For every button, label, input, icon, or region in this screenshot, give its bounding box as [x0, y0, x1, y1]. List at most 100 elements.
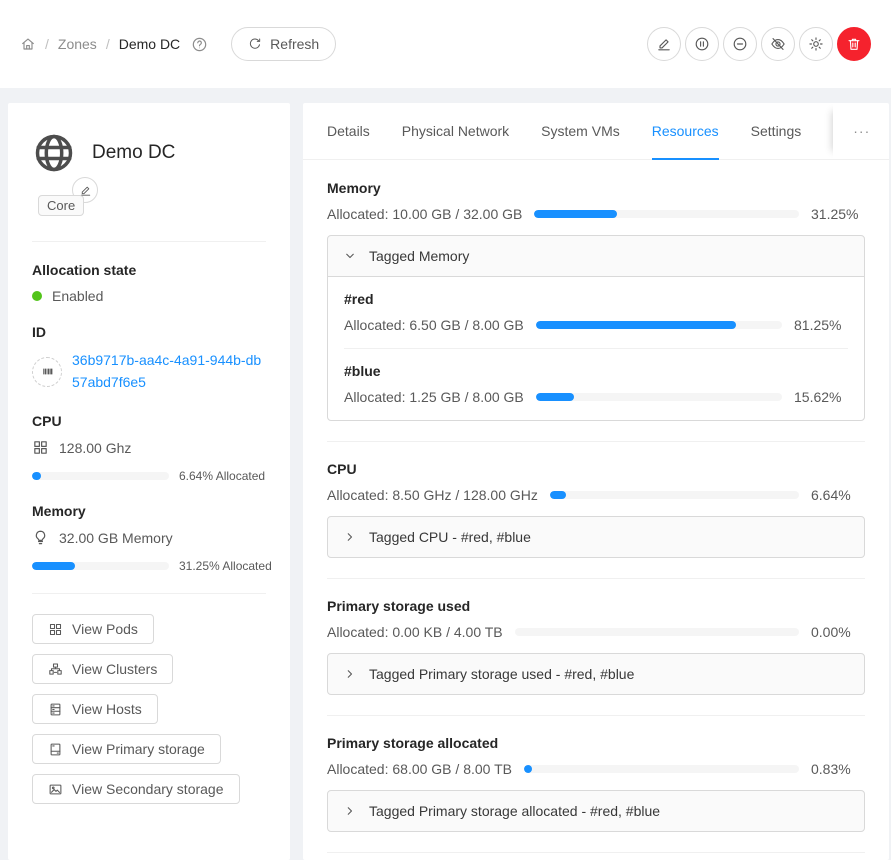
tab-physical-network[interactable]: Physical Network [402, 103, 509, 159]
allocation-state-field: Allocation state Enabled [32, 262, 266, 304]
cpu-field: CPU 128.00 Ghz 6.64% Allocated [32, 413, 266, 483]
view-primary-storage-button[interactable]: View Primary storage [32, 734, 221, 764]
zone-title: Demo DC [92, 142, 175, 164]
tab-settings[interactable]: Settings [751, 103, 802, 159]
breadcrumb-separator: / [106, 36, 110, 52]
view-secondary-storage-button[interactable]: View Secondary storage [32, 774, 240, 804]
pencil-icon [656, 36, 672, 52]
tab-details[interactable]: Details [327, 103, 370, 159]
collapse-label: Tagged Primary storage allocated - #red,… [369, 803, 660, 819]
primary-storage-allocated-allocation-row: Allocated: 68.00 GB / 8.00 TB0.83% [327, 761, 865, 777]
collapse-header-primary-storage-used[interactable]: Tagged Primary storage used - #red, #blu… [328, 654, 864, 694]
tab-bar: Details Physical Network System VMs Resourc… [303, 103, 889, 160]
section-title: Primary storage used [327, 598, 865, 614]
button-label: View Hosts [72, 701, 142, 717]
button-label: View Primary storage [72, 741, 205, 757]
tabs-more-button[interactable]: ··· [833, 103, 870, 159]
view-pods-button[interactable]: View Pods [32, 614, 154, 644]
pause-circle-icon [694, 36, 710, 52]
zone-settings-button[interactable] [799, 27, 833, 61]
zone-info-card: Demo DC Core Allocation state Enabled ID… [8, 103, 290, 860]
progress-fill [32, 562, 75, 570]
memory-field: Memory 32.00 GB Memory 31.25% Allocated [32, 503, 266, 573]
chevron-right-icon [344, 805, 356, 817]
button-label: View Clusters [72, 661, 157, 677]
red-allocation-row: Allocated: 6.50 GB / 8.00 GB 81.25% [344, 317, 848, 333]
cpu-allocation-row: Allocated: 8.50 GHz / 128.00 GHz6.64% [327, 487, 865, 503]
zone-tag-row: Core [32, 177, 266, 223]
section-title: CPU [327, 461, 865, 477]
progress-track [524, 765, 799, 773]
id-label: ID [32, 324, 266, 340]
tagged-collapse-primary-storage-allocated: Tagged Primary storage allocated - #red,… [327, 790, 865, 832]
progress-fill [550, 491, 567, 499]
tagged-row-title: #blue [344, 363, 848, 379]
breadcrumb-current: Demo DC [119, 36, 180, 52]
bulb-icon [32, 529, 49, 546]
progress-fill [32, 472, 41, 480]
primary-storage-icon [48, 742, 63, 757]
tab-resources[interactable]: Resources [652, 103, 719, 159]
progress-track [515, 628, 799, 636]
progress-track [534, 210, 799, 218]
chevron-down-icon [344, 250, 356, 262]
primary-storage-used-allocation-row: Allocated: 0.00 KB / 4.00 TB0.00% [327, 624, 865, 640]
blue-allocation-row: Allocated: 1.25 GB / 8.00 GB15.62% [344, 389, 848, 405]
percent-label: 6.64% [811, 487, 865, 503]
button-label: View Secondary storage [72, 781, 224, 797]
tagged-collapse-primary-storage-used: Tagged Primary storage used - #red, #blu… [327, 653, 865, 695]
view-buttons: View Pods View Clusters View Hosts View Pri… [32, 614, 266, 804]
reload-icon [248, 37, 262, 51]
collapse-header-primary-storage-allocated[interactable]: Tagged Primary storage allocated - #red,… [328, 791, 864, 831]
allocated-text: Allocated: 10.00 GB / 32.00 GB [327, 206, 522, 222]
memory-value: 32.00 GB Memory [59, 530, 173, 546]
trash-icon [846, 36, 862, 52]
home-icon[interactable] [20, 36, 36, 52]
barcode-icon [32, 357, 62, 387]
cpu-grid-icon [32, 439, 49, 456]
view-hosts-button[interactable]: View Hosts [32, 694, 158, 724]
id-field: ID 36b9717b-aa4c-4a91-944b-db57abd7f6e5 [32, 324, 266, 393]
percent-label: 15.62% [794, 389, 848, 405]
section-divider [327, 715, 865, 716]
resource-section-primary-storage-used: Primary storage used Allocated: 0.00 KB /… [327, 598, 865, 695]
memory-percent-label: 31.25% Allocated [179, 559, 272, 573]
eye-off-icon [770, 36, 786, 52]
hide-zone-button[interactable] [761, 27, 795, 61]
outage-zone-button[interactable] [723, 27, 757, 61]
memory-progress: 31.25% Allocated [32, 559, 266, 573]
collapse-label: Tagged CPU - #red, #blue [369, 529, 531, 545]
disable-zone-button[interactable] [685, 27, 719, 61]
question-circle-icon[interactable] [191, 36, 208, 53]
collapse-header-cpu[interactable]: Tagged CPU - #red, #blue [328, 517, 864, 557]
section-title: Memory [327, 180, 865, 196]
hosts-icon [48, 702, 63, 717]
tagged-row-title: #red [344, 291, 848, 307]
delete-zone-button[interactable] [837, 27, 871, 61]
edit-zone-button[interactable] [647, 27, 681, 61]
page-content: Demo DC Core Allocation state Enabled ID… [0, 88, 891, 860]
allocated-text: Allocated: 6.50 GB / 8.00 GB [344, 317, 524, 333]
percent-label: 81.25% [794, 317, 848, 333]
page-header: / Zones / Demo DC Refresh [0, 0, 891, 88]
breadcrumb-zones[interactable]: Zones [58, 36, 97, 52]
allocated-text: Allocated: 68.00 GB / 8.00 TB [327, 761, 512, 777]
section-divider [327, 852, 865, 853]
cpu-percent-label: 6.64% Allocated [179, 469, 265, 483]
refresh-label: Refresh [270, 36, 319, 52]
cpu-value: 128.00 Ghz [59, 440, 131, 456]
view-clusters-button[interactable]: View Clusters [32, 654, 173, 684]
allocation-state-value: Enabled [52, 288, 103, 304]
progress-fill [534, 210, 617, 218]
zone-id-link[interactable]: 36b9717b-aa4c-4a91-944b-db57abd7f6e5 [72, 350, 266, 393]
tab-system-vms[interactable]: System VMs [541, 103, 620, 159]
tagged-collapse-memory: Tagged Memory #red Allocated: 6.50 GB / 8.… [327, 235, 865, 421]
memory-label: Memory [32, 503, 266, 519]
collapse-header-memory[interactable]: Tagged Memory [328, 236, 864, 276]
pods-icon [48, 622, 63, 637]
progress-fill [536, 393, 574, 401]
gear-icon [808, 36, 824, 52]
button-label: View Pods [72, 621, 138, 637]
resource-section-memory: MemoryAllocated: 10.00 GB / 32.00 GB31.2… [327, 180, 865, 421]
refresh-button[interactable]: Refresh [231, 27, 336, 61]
